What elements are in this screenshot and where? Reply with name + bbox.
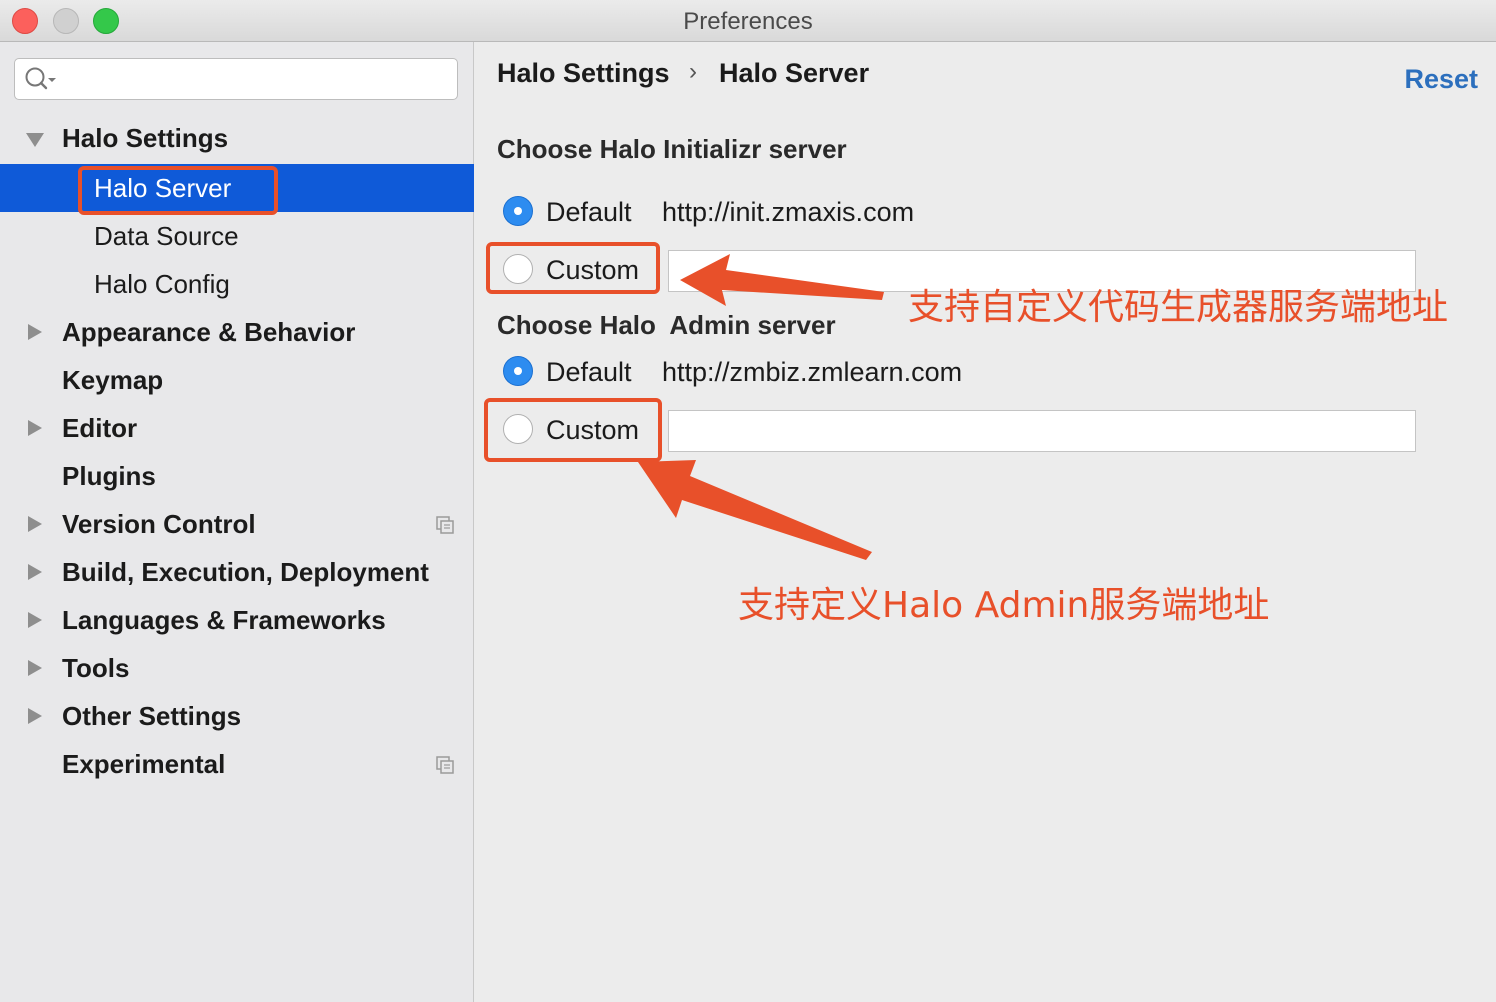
sidebar-item-label: Experimental: [62, 749, 226, 779]
sidebar-item-label: Appearance & Behavior: [62, 317, 356, 347]
sidebar-item-editor[interactable]: Editor: [0, 404, 474, 452]
breadcrumb-parent[interactable]: Halo Settings: [497, 58, 670, 89]
annotation-admin-note: 支持定义Halo Admin服务端地址: [738, 585, 1270, 626]
settings-content-panel: Halo Settings › Halo Server Reset Choose…: [475, 42, 1496, 1002]
sidebar-item-halo-settings[interactable]: Halo Settings: [0, 114, 474, 162]
sidebar-item-label: Data Source: [94, 221, 239, 251]
sidebar-item-label: Tools: [62, 653, 130, 683]
sidebar-item-label: Other Settings: [62, 701, 242, 731]
title-bar: Preferences: [0, 0, 1496, 42]
initializr-default-url: http://init.zmaxis.com: [662, 197, 915, 227]
initializr-default-label[interactable]: Default: [546, 197, 632, 228]
sidebar-item-label: Version Control: [62, 509, 256, 539]
sidebar-item-halo-config[interactable]: Halo Config: [0, 260, 474, 308]
reset-link[interactable]: Reset: [1404, 64, 1478, 95]
breadcrumb-separator: ›: [689, 58, 697, 85]
sidebar-item-label: Languages & Frameworks: [62, 605, 386, 635]
initializr-section-title: Choose Halo Initializr server: [497, 134, 847, 164]
sidebar-item-experimental[interactable]: Experimental: [0, 740, 474, 788]
sidebar-item-tools[interactable]: Tools: [0, 644, 474, 692]
sidebar-item-languages-frameworks[interactable]: Languages & Frameworks: [0, 596, 474, 644]
sidebar-item-other-settings[interactable]: Other Settings: [0, 692, 474, 740]
search-icon: [25, 67, 56, 90]
highlight-box-initializr-custom: [486, 242, 660, 294]
collapsed-arrow-icon[interactable]: [28, 516, 42, 532]
admin-default-url: http://zmbiz.zmlearn.com: [662, 357, 963, 387]
annotation-initializr-note: 支持自定义代码生成器服务端地址: [908, 287, 1449, 328]
highlight-box-admin-custom: [484, 398, 662, 462]
collapsed-arrow-icon[interactable]: [28, 420, 42, 436]
sidebar-item-data-source[interactable]: Data Source: [0, 212, 474, 260]
window-title: Preferences: [683, 8, 813, 35]
admin-default-label[interactable]: Default: [546, 357, 632, 388]
sidebar-item-build-execution-deployment[interactable]: Build, Execution, Deployment: [0, 548, 474, 596]
sidebar-item-plugins[interactable]: Plugins: [0, 452, 474, 500]
sidebar-item-label: Plugins: [62, 461, 156, 491]
sidebar-item-label: Halo Settings: [62, 123, 229, 153]
collapsed-arrow-icon[interactable]: [28, 660, 42, 676]
sidebar-item-label: Keymap: [62, 365, 164, 395]
sidebar-item-appearance-behavior[interactable]: Appearance & Behavior: [0, 308, 474, 356]
collapsed-arrow-icon[interactable]: [28, 708, 42, 724]
project-settings-icon: [436, 756, 454, 774]
sidebar-item-version-control[interactable]: Version Control: [0, 500, 474, 548]
project-settings-icon: [436, 516, 454, 534]
sidebar-item-label: Halo Config: [94, 269, 230, 299]
admin-default-radio[interactable]: [503, 356, 533, 386]
breadcrumb-current: Halo Server: [719, 58, 870, 88]
sidebar-item-label: Build, Execution, Deployment: [62, 557, 429, 587]
collapsed-arrow-icon[interactable]: [28, 612, 42, 628]
collapsed-arrow-icon[interactable]: [28, 564, 42, 580]
initializr-default-radio[interactable]: [503, 196, 533, 226]
expanded-arrow-icon[interactable]: [26, 133, 44, 147]
sidebar-item-keymap[interactable]: Keymap: [0, 356, 474, 404]
highlight-box-halo-server: [78, 166, 278, 215]
search-field[interactable]: [14, 58, 458, 100]
sidebar-item-label: Editor: [62, 413, 138, 443]
collapsed-arrow-icon[interactable]: [28, 324, 42, 340]
admin-custom-url-input[interactable]: [668, 410, 1416, 452]
admin-section-title: Choose Halo Admin server: [497, 310, 836, 340]
